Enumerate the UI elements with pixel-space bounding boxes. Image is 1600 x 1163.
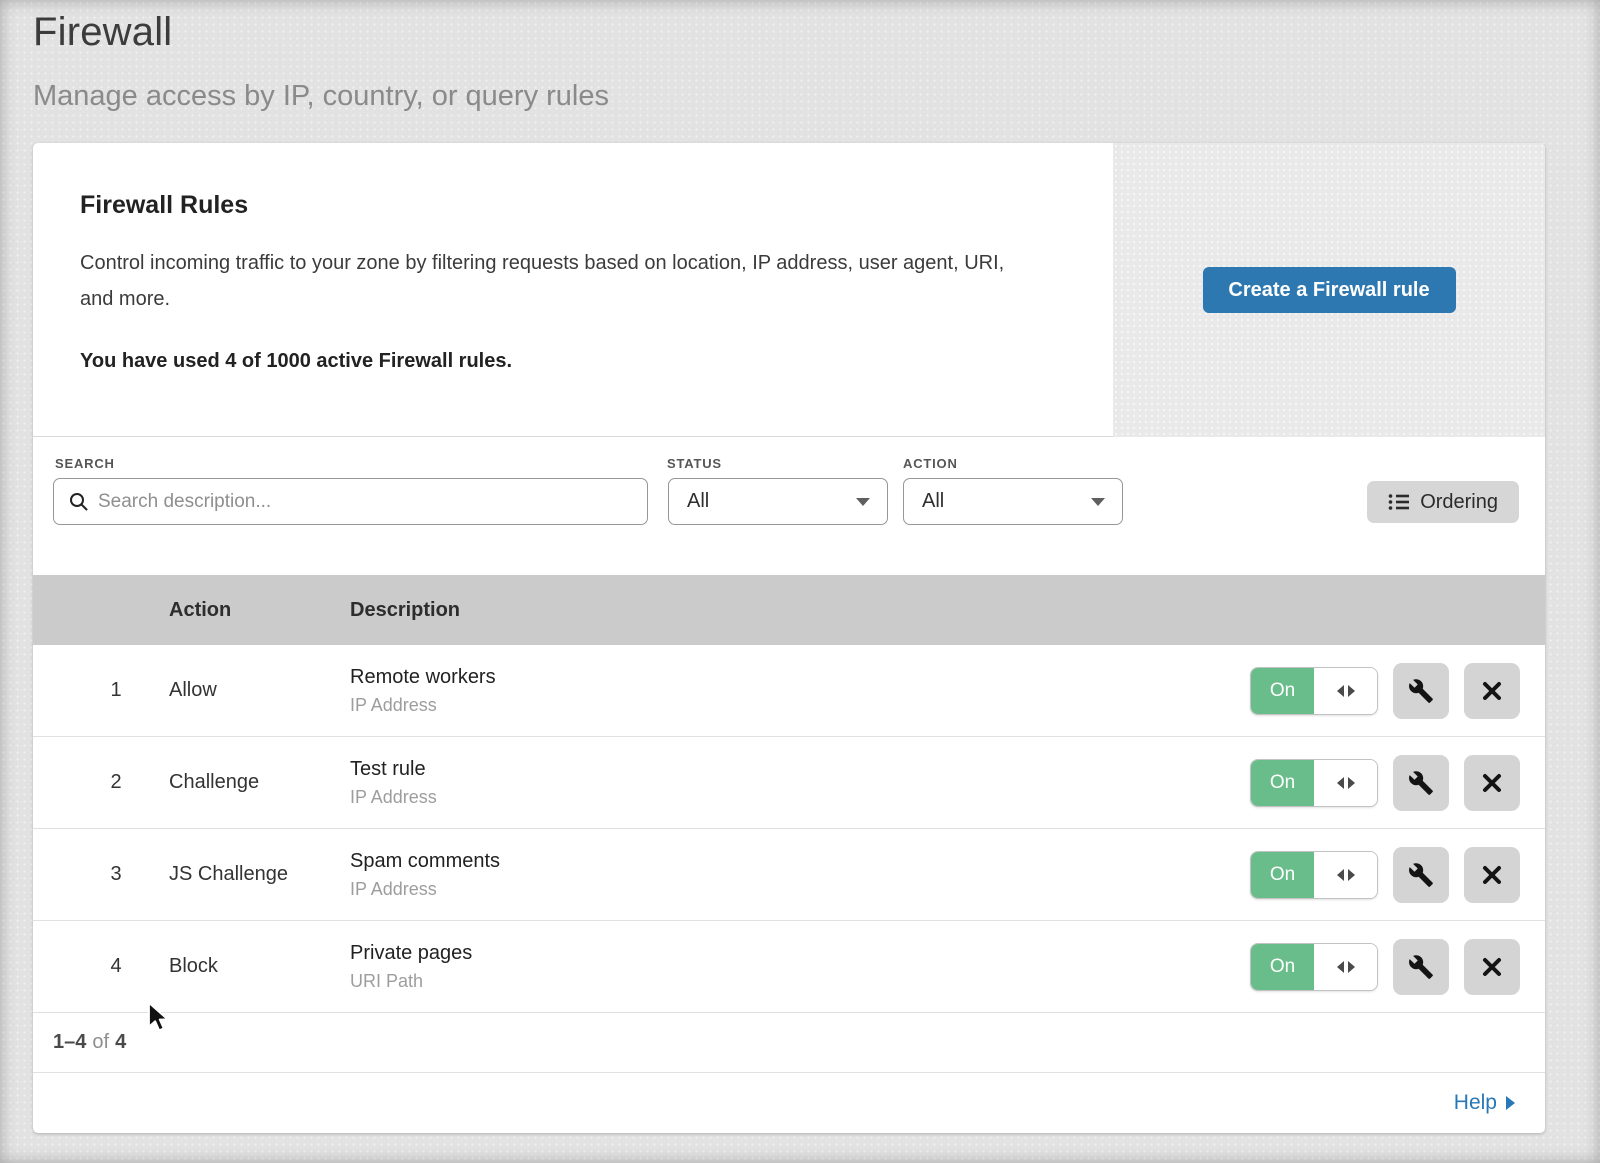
rule-enabled-toggle[interactable]: On bbox=[1250, 667, 1378, 715]
firewall-page: Firewall Manage access by IP, country, o… bbox=[0, 0, 1600, 1163]
rule-action: JS Challenge bbox=[169, 863, 350, 886]
toggle-on-label: On bbox=[1251, 944, 1314, 990]
rule-target-type: IP Address bbox=[350, 695, 1250, 716]
wrench-icon bbox=[1408, 678, 1434, 704]
close-icon bbox=[1480, 955, 1504, 979]
table-row: 4 Block Private pages URI Path On bbox=[33, 921, 1545, 1013]
close-icon bbox=[1480, 679, 1504, 703]
action-column-header: Action bbox=[169, 599, 350, 622]
rule-enabled-toggle[interactable]: On bbox=[1250, 759, 1378, 807]
search-box[interactable] bbox=[53, 478, 648, 525]
rule-target-type: IP Address bbox=[350, 879, 1250, 900]
action-selected-value: All bbox=[922, 490, 944, 513]
rule-description: Private pages bbox=[350, 942, 1250, 965]
rule-description: Spam comments bbox=[350, 850, 1250, 873]
toggle-on-label: On bbox=[1251, 668, 1314, 714]
rule-priority: 2 bbox=[63, 771, 169, 794]
search-label: SEARCH bbox=[55, 456, 115, 471]
create-rule-panel: Create a Firewall rule bbox=[1113, 143, 1545, 437]
toggle-arrows-icon[interactable] bbox=[1314, 668, 1377, 714]
rule-controls: On bbox=[1250, 939, 1520, 995]
rule-description: Test rule bbox=[350, 758, 1250, 781]
rule-priority: 3 bbox=[63, 863, 169, 886]
table-row: 1 Allow Remote workers IP Address On bbox=[33, 645, 1545, 737]
search-icon bbox=[69, 492, 88, 511]
action-label: ACTION bbox=[903, 456, 958, 471]
rules-table-body: 1 Allow Remote workers IP Address On bbox=[33, 645, 1545, 1013]
overview-section: Firewall Rules Control incoming traffic … bbox=[33, 143, 1545, 437]
chevron-down-icon bbox=[1091, 498, 1105, 506]
pagination-footer: 1–4 of 4 bbox=[33, 1013, 1545, 1073]
rule-controls: On bbox=[1250, 847, 1520, 903]
toggle-arrows-icon[interactable] bbox=[1314, 944, 1377, 990]
action-select[interactable]: All bbox=[903, 478, 1123, 525]
firewall-rules-card: Firewall Rules Control incoming traffic … bbox=[33, 143, 1545, 1133]
rule-target-type: URI Path bbox=[350, 971, 1250, 992]
search-input[interactable] bbox=[98, 479, 647, 524]
wrench-icon bbox=[1408, 954, 1434, 980]
wrench-icon bbox=[1408, 862, 1434, 888]
edit-rule-button[interactable] bbox=[1393, 755, 1449, 811]
ordering-button-label: Ordering bbox=[1420, 491, 1498, 514]
rule-action: Allow bbox=[169, 679, 350, 702]
help-link[interactable]: Help bbox=[1454, 1091, 1515, 1115]
delete-rule-button[interactable] bbox=[1464, 663, 1520, 719]
rule-description-cell: Private pages URI Path bbox=[350, 942, 1250, 992]
description-column-header: Description bbox=[350, 599, 1520, 622]
help-link-label: Help bbox=[1454, 1091, 1497, 1115]
edit-rule-button[interactable] bbox=[1393, 663, 1449, 719]
table-row: 3 JS Challenge Spam comments IP Address … bbox=[33, 829, 1545, 921]
page-title: Firewall bbox=[33, 10, 172, 55]
rule-enabled-toggle[interactable]: On bbox=[1250, 943, 1378, 991]
rules-usage-text: You have used 4 of 1000 active Firewall … bbox=[80, 350, 1025, 373]
table-row: 2 Challenge Test rule IP Address On bbox=[33, 737, 1545, 829]
toggle-arrows-icon[interactable] bbox=[1314, 760, 1377, 806]
delete-rule-button[interactable] bbox=[1464, 847, 1520, 903]
help-row: Help bbox=[33, 1073, 1545, 1133]
status-select[interactable]: All bbox=[668, 478, 888, 525]
page-subtitle: Manage access by IP, country, or query r… bbox=[33, 80, 609, 113]
ordering-button[interactable]: Ordering bbox=[1367, 481, 1519, 523]
rule-action: Block bbox=[169, 955, 350, 978]
ordered-list-icon bbox=[1388, 492, 1409, 512]
overview-text-block: Firewall Rules Control incoming traffic … bbox=[80, 191, 1025, 373]
rule-description-cell: Test rule IP Address bbox=[350, 758, 1250, 808]
pagination-range: 1–4 bbox=[53, 1031, 86, 1054]
chevron-down-icon bbox=[856, 498, 870, 506]
pagination-total: 4 bbox=[115, 1031, 126, 1054]
toggle-arrows-icon[interactable] bbox=[1314, 852, 1377, 898]
edit-rule-button[interactable] bbox=[1393, 939, 1449, 995]
rule-enabled-toggle[interactable]: On bbox=[1250, 851, 1378, 899]
toggle-on-label: On bbox=[1251, 852, 1314, 898]
status-label: STATUS bbox=[667, 456, 722, 471]
status-selected-value: All bbox=[687, 490, 709, 513]
delete-rule-button[interactable] bbox=[1464, 939, 1520, 995]
rule-description-cell: Remote workers IP Address bbox=[350, 666, 1250, 716]
rule-priority: 1 bbox=[63, 679, 169, 702]
filters-section: SEARCH STATUS All ACTION All bbox=[33, 437, 1545, 575]
rule-priority: 4 bbox=[63, 955, 169, 978]
table-header-row: Action Description bbox=[33, 575, 1545, 645]
overview-description: Control incoming traffic to your zone by… bbox=[80, 245, 1025, 317]
rule-controls: On bbox=[1250, 663, 1520, 719]
overview-heading: Firewall Rules bbox=[80, 191, 1025, 220]
pagination-of: of bbox=[92, 1031, 109, 1054]
rule-description-cell: Spam comments IP Address bbox=[350, 850, 1250, 900]
toggle-on-label: On bbox=[1251, 760, 1314, 806]
rule-action: Challenge bbox=[169, 771, 350, 794]
close-icon bbox=[1480, 863, 1504, 887]
rule-description: Remote workers bbox=[350, 666, 1250, 689]
create-firewall-rule-button[interactable]: Create a Firewall rule bbox=[1203, 267, 1456, 313]
edit-rule-button[interactable] bbox=[1393, 847, 1449, 903]
rule-target-type: IP Address bbox=[350, 787, 1250, 808]
rule-controls: On bbox=[1250, 755, 1520, 811]
close-icon bbox=[1480, 771, 1504, 795]
delete-rule-button[interactable] bbox=[1464, 755, 1520, 811]
wrench-icon bbox=[1408, 770, 1434, 796]
arrow-right-icon bbox=[1506, 1096, 1515, 1110]
